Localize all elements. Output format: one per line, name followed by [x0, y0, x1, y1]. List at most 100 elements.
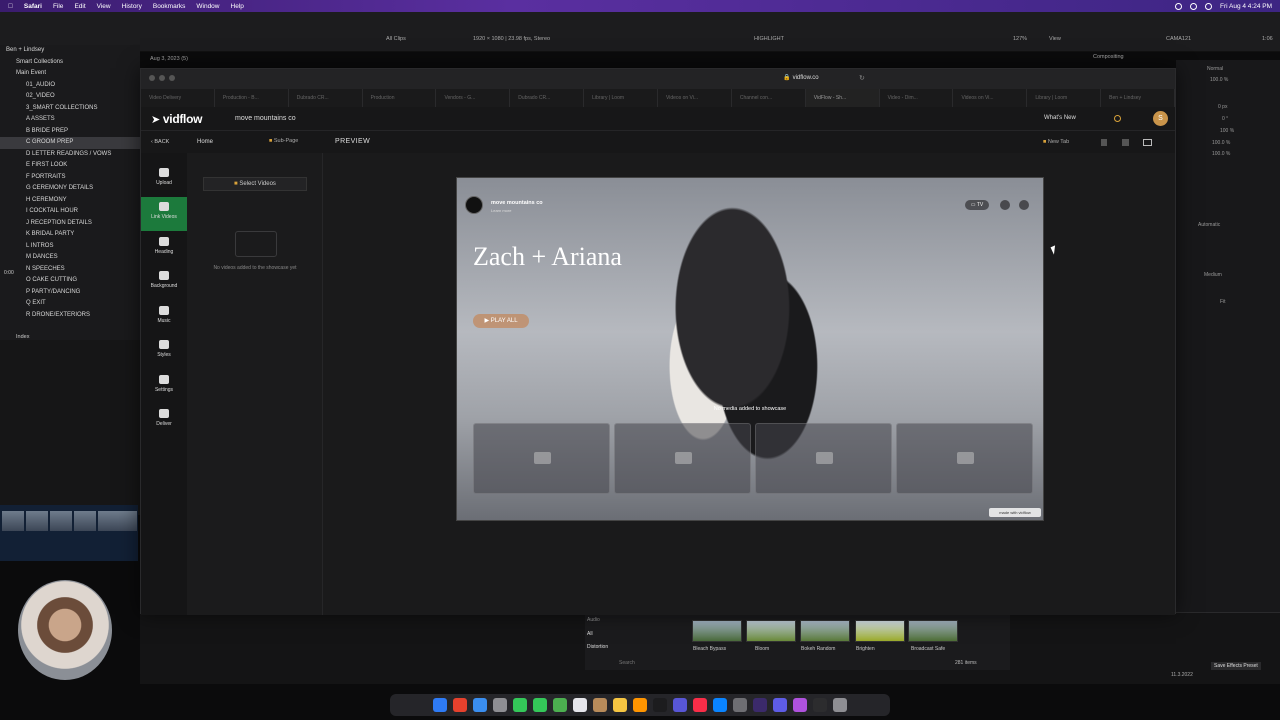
browser-tab[interactable]: Dubrado CR... — [289, 89, 363, 107]
control-center-icon[interactable] — [1174, 2, 1182, 10]
chrome-icon[interactable] — [453, 698, 467, 712]
view-menu[interactable]: View — [1049, 36, 1061, 42]
reload-icon[interactable]: ↻ — [859, 74, 865, 82]
music-icon[interactable] — [693, 698, 707, 712]
motion-icon[interactable] — [793, 698, 807, 712]
podcasts-icon[interactable] — [673, 698, 687, 712]
clip-thumbnail[interactable] — [115, 511, 137, 531]
fx-thumb[interactable] — [800, 620, 850, 642]
library-item[interactable]: A ASSETS — [0, 114, 140, 126]
browser-tab-active[interactable]: VidFlow - Sh... — [805, 89, 880, 107]
all-clips-label[interactable]: All Clips — [386, 36, 406, 42]
scale-x-value[interactable]: 100.0 % — [1212, 140, 1230, 146]
library-item[interactable]: 3_SMART COLLECTIONS — [0, 103, 140, 115]
menu-view[interactable]: View — [97, 3, 111, 10]
project-name[interactable]: move mountains co — [235, 115, 296, 122]
library-item[interactable]: R DRONE/EXTERIORS — [0, 310, 140, 322]
index-label[interactable]: Index — [16, 334, 29, 340]
back-button[interactable]: ‹ BACK — [151, 139, 169, 145]
browser-tab[interactable]: Production — [363, 89, 437, 107]
library-item-selected[interactable]: C GROOM PREP — [0, 137, 140, 149]
address-bar[interactable]: 🔒 vidflow.co — [591, 74, 1011, 84]
library-item[interactable]: M DANCES — [0, 252, 140, 264]
rail-music[interactable]: Music — [141, 301, 187, 335]
library-item[interactable]: L INTROS — [0, 241, 140, 253]
desktop-view-icon[interactable] — [1143, 139, 1152, 146]
scale-y-value[interactable]: 100.0 % — [1212, 151, 1230, 157]
compressor-icon[interactable] — [773, 698, 787, 712]
subpage-tab[interactable]: ■ Sub-Page — [269, 138, 298, 144]
library-item[interactable]: Q EXIT — [0, 298, 140, 310]
browser-tab[interactable]: Vendors - G... — [436, 89, 511, 107]
menu-edit[interactable]: Edit — [74, 3, 85, 10]
whats-new-button[interactable]: What's New — [1044, 115, 1076, 121]
library-item[interactable]: G CEREMONY DETAILS — [0, 183, 140, 195]
library-item[interactable]: 01_AUDIO — [0, 80, 140, 92]
menu-clock[interactable]: Fri Aug 4 4:24 PM — [1220, 3, 1272, 10]
save-effects-preset-button[interactable]: Save Effects Preset — [1211, 662, 1261, 670]
menu-bookmarks[interactable]: Bookmarks — [153, 3, 186, 10]
fx-category[interactable]: Distortion — [587, 644, 608, 650]
rotation-value[interactable]: 0 ° — [1222, 116, 1228, 122]
fx-thumb[interactable] — [746, 620, 796, 642]
zoom-level[interactable]: 127% — [1013, 36, 1027, 42]
browser-tab[interactable]: Video - Dim... — [880, 89, 954, 107]
contacts-icon[interactable] — [593, 698, 607, 712]
rail-upload[interactable]: Upload — [141, 163, 187, 197]
library-item[interactable]: F PORTRAITS — [0, 172, 140, 184]
menu-help[interactable]: Help — [231, 3, 244, 10]
maps-icon[interactable] — [553, 698, 567, 712]
brand-logo[interactable] — [465, 196, 483, 214]
mobile-view-icon[interactable] — [1101, 139, 1107, 146]
fx-thumb[interactable] — [855, 620, 905, 642]
opacity-value[interactable]: 100.0 % — [1210, 77, 1228, 83]
apple-icon[interactable]:  — [8, 3, 13, 10]
settings-icon[interactable] — [733, 698, 747, 712]
position-value[interactable]: 0 px — [1218, 104, 1227, 110]
browser-tab[interactable]: Channel con... — [732, 89, 806, 107]
main-event[interactable]: Main Event — [0, 68, 140, 80]
library-item[interactable]: J RECEPTION DETAILS — [0, 218, 140, 230]
rail-link-videos[interactable]: Link Videos — [141, 197, 187, 231]
minimize-button[interactable] — [159, 75, 165, 81]
finder-icon[interactable] — [433, 698, 447, 712]
help-icon[interactable] — [1114, 115, 1121, 122]
library-item[interactable]: O CAKE CUTTING — [0, 275, 140, 287]
browser-tab[interactable]: Videos on Vi... — [658, 89, 732, 107]
notes-icon[interactable] — [613, 698, 627, 712]
rail-background[interactable]: Background — [141, 266, 187, 300]
terminal-icon[interactable] — [813, 698, 827, 712]
clip-thumbnail[interactable] — [26, 511, 48, 531]
home-tab[interactable]: Home — [197, 139, 213, 145]
medium-value[interactable]: Medium — [1204, 272, 1222, 278]
fit-value[interactable]: Fit — [1220, 299, 1226, 305]
launchpad-icon[interactable] — [493, 698, 507, 712]
photos-icon[interactable] — [633, 698, 647, 712]
automatic-value[interactable]: Automatic — [1198, 222, 1220, 228]
trash-icon[interactable] — [833, 698, 847, 712]
download-icon[interactable] — [1000, 200, 1010, 210]
brand-subtitle[interactable]: Learn more — [491, 208, 511, 213]
menu-app[interactable]: Safari — [24, 3, 42, 10]
fx-thumb[interactable] — [692, 620, 742, 642]
fx-search-input[interactable]: Search — [619, 660, 635, 666]
menu-window[interactable]: Window — [196, 3, 219, 10]
rail-styles[interactable]: Styles — [141, 335, 187, 369]
calendar-icon[interactable] — [573, 698, 587, 712]
library-item[interactable]: B BRIDE PREP — [0, 126, 140, 138]
blend-mode[interactable]: Normal — [1207, 66, 1223, 72]
facetime-icon[interactable] — [533, 698, 547, 712]
library-item[interactable]: P PARTY/DANCING — [0, 287, 140, 299]
clip-thumbnail[interactable] — [2, 511, 24, 531]
browser-tab[interactable]: Ben + Lindsey — [1101, 89, 1176, 107]
fx-category[interactable]: Audio — [587, 617, 600, 623]
library-item[interactable]: D LETTER READINGS / VOWS — [0, 149, 140, 161]
menu-history[interactable]: History — [122, 3, 142, 10]
avatar[interactable]: S — [1153, 111, 1168, 126]
library-item[interactable]: I COCKTAIL HOUR — [0, 206, 140, 218]
zoom-button[interactable] — [169, 75, 175, 81]
scale-value[interactable]: 100 % — [1220, 128, 1234, 134]
messages-icon[interactable] — [513, 698, 527, 712]
library-item[interactable]: 02_VIDEO — [0, 91, 140, 103]
fx-category[interactable]: All — [587, 631, 593, 637]
